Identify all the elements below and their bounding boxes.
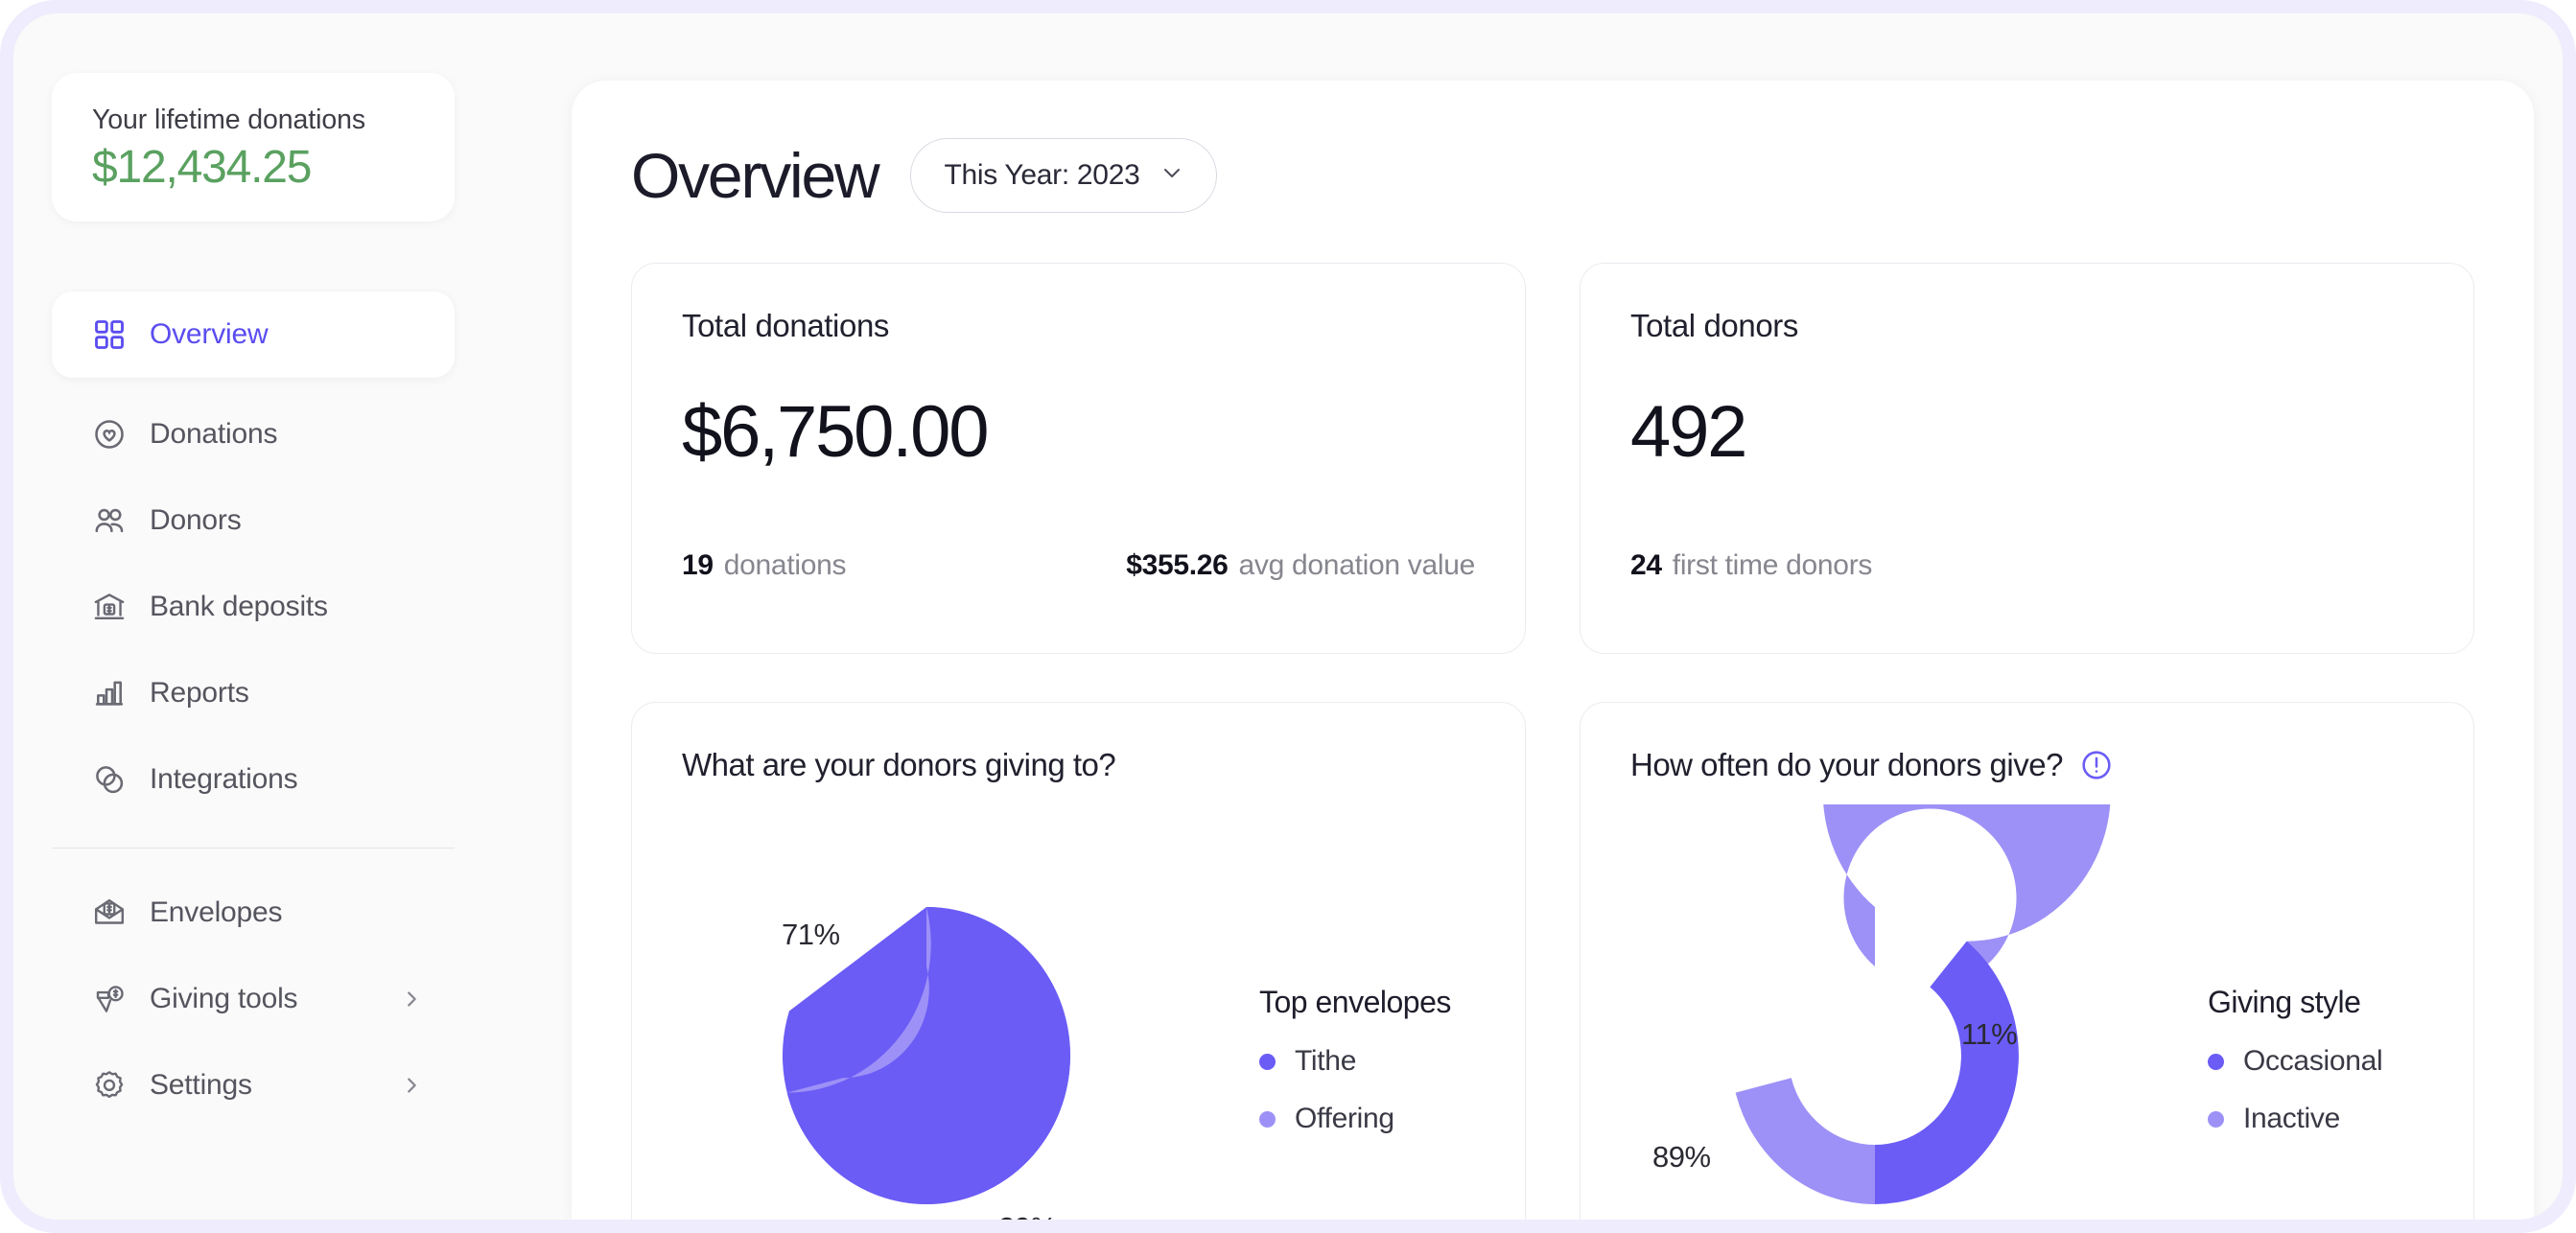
segment-label-inactive: 89% xyxy=(1652,1140,1711,1174)
app-window: Your lifetime donations $12,434.25 Overv… xyxy=(13,13,2563,1220)
metric-number: $355.26 xyxy=(1126,549,1229,581)
sidebar-item-label: Donations xyxy=(150,418,278,450)
main-content: Overview This Year: 2023 Total donations… xyxy=(572,81,2534,1220)
sidebar-item-label: Donors xyxy=(150,504,242,536)
donut-chart-envelopes: 71% 29% xyxy=(682,804,1171,1220)
chart-title: What are your donors giving to? xyxy=(682,747,1116,782)
sidebar-divider xyxy=(52,848,455,849)
year-filter-label: This Year: 2023 xyxy=(944,159,1140,191)
donors-giving-to-card: What are your donors giving to? 71% Top … xyxy=(631,702,1526,1220)
card-footer: 19 donations $355.26 avg donation value xyxy=(682,549,1475,582)
sidebar-item-donors[interactable]: Donors xyxy=(52,477,455,564)
sidebar-item-integrations[interactable]: Integrations xyxy=(52,736,455,823)
card-title: Total donations xyxy=(682,308,889,343)
sidebar-item-envelopes[interactable]: Envelopes xyxy=(52,870,455,956)
segment-label-offering: 29% xyxy=(998,1211,1057,1220)
legend-color-dot xyxy=(2208,1110,2224,1128)
charts-row: What are your donors giving to? 71% Top … xyxy=(631,702,2474,1220)
chart-title: How often do your donors give? xyxy=(1630,747,2063,782)
sidebar-item-label: Envelopes xyxy=(150,896,283,928)
segment-label-occasional: 11% xyxy=(1961,1017,2018,1051)
total-donors-card: Total donors 492 24 first time donors xyxy=(1580,263,2474,654)
sidebar-item-bank-deposits[interactable]: Bank deposits xyxy=(52,564,455,650)
legend-label: Inactive xyxy=(2243,1103,2340,1134)
donations-count: 19 donations xyxy=(682,549,847,582)
chart-header: How often do your donors give? xyxy=(1630,747,2424,783)
grid-icon xyxy=(90,315,129,354)
sidebar-item-overview[interactable]: Overview xyxy=(52,291,455,378)
sidebar-item-label: Settings xyxy=(150,1069,252,1101)
chart-header: What are your donors giving to? xyxy=(682,747,1475,783)
sidebar-item-donations[interactable]: Donations xyxy=(52,391,455,477)
segment-label-tithe: 71% xyxy=(782,918,840,951)
bar-chart-icon xyxy=(90,674,129,712)
year-filter-dropdown[interactable]: This Year: 2023 xyxy=(910,138,1218,213)
card-title: Total donors xyxy=(1630,308,1798,343)
chart-legend-giving-style: Giving style Occasional Inactive xyxy=(2208,985,2383,1160)
legend-label: Occasional xyxy=(2243,1045,2383,1077)
first-time-donors: 24 first time donors xyxy=(1630,549,1872,582)
metric-label: donations xyxy=(723,549,847,581)
legend-item[interactable]: Occasional xyxy=(2208,1045,2383,1078)
page-header: Overview This Year: 2023 xyxy=(631,138,2474,213)
sidebar-item-reports[interactable]: Reports xyxy=(52,650,455,736)
total-donations-card: Total donations $6,750.00 19 donations $… xyxy=(631,263,1526,654)
stat-cards-row: Total donations $6,750.00 19 donations $… xyxy=(631,263,2474,654)
legend-title: Top envelopes xyxy=(1259,985,1451,1019)
donor-frequency-card: How often do your donors give? 11% 89% G… xyxy=(1580,702,2474,1220)
lifetime-donations-amount: $12,434.25 xyxy=(92,142,312,194)
chart-body: 11% 89% Giving style Occasional Inactive xyxy=(1630,804,2424,1220)
bank-icon xyxy=(90,588,129,626)
sidebar-item-label: Bank deposits xyxy=(150,591,328,622)
chevron-right-icon xyxy=(401,989,422,1010)
giving-tools-icon xyxy=(90,980,129,1018)
legend-label: Offering xyxy=(1295,1103,1394,1134)
legend-color-dot xyxy=(1259,1110,1276,1128)
people-icon xyxy=(90,501,129,540)
card-value: $6,750.00 xyxy=(682,391,990,473)
card-value: 492 xyxy=(1630,391,1747,473)
lifetime-donations-label: Your lifetime donations xyxy=(92,105,365,135)
legend-item[interactable]: Offering xyxy=(1259,1103,1451,1135)
circles-icon xyxy=(90,760,129,799)
lifetime-donations-card: Your lifetime donations $12,434.25 xyxy=(52,73,455,221)
chart-legend-envelopes: Top envelopes Tithe Offering xyxy=(1259,985,1451,1160)
sidebar-item-label: Giving tools xyxy=(150,983,298,1014)
metric-number: 19 xyxy=(682,549,714,581)
sidebar-item-label: Integrations xyxy=(150,763,298,795)
sidebar-nav: Overview Donations Donors Bank deposits … xyxy=(52,291,455,1128)
legend-item[interactable]: Inactive xyxy=(2208,1103,2382,1135)
legend-color-dot xyxy=(2208,1053,2224,1070)
metric-number: 24 xyxy=(1630,549,1662,581)
chart-body: 71% 29% Top envelopes Tithe Offerin xyxy=(682,804,1475,1220)
envelope-money-icon xyxy=(90,894,129,932)
app-frame: Your lifetime donations $12,434.25 Overv… xyxy=(0,0,2576,1233)
chevron-right-icon xyxy=(401,1075,422,1096)
heart-circle-icon xyxy=(90,415,129,454)
legend-label: Tithe xyxy=(1295,1045,1357,1077)
legend-color-dot xyxy=(1259,1053,1276,1070)
donut-chart-giving-style: 11% 89% xyxy=(1630,804,2119,1220)
metric-label: avg donation value xyxy=(1238,549,1476,581)
card-footer: 24 first time donors xyxy=(1630,549,2424,582)
legend-title: Giving style xyxy=(2208,985,2361,1019)
exclamation-circle-icon[interactable] xyxy=(2080,749,2113,781)
gear-icon xyxy=(90,1066,129,1105)
sidebar: Your lifetime donations $12,434.25 Overv… xyxy=(13,13,550,1220)
sidebar-item-giving-tools[interactable]: Giving tools xyxy=(52,956,455,1042)
sidebar-item-label: Overview xyxy=(150,318,269,350)
sidebar-item-label: Reports xyxy=(150,677,249,709)
sidebar-item-settings[interactable]: Settings xyxy=(52,1042,455,1128)
page-title: Overview xyxy=(631,140,880,211)
avg-donation-value: $355.26 avg donation value xyxy=(1126,549,1475,582)
metric-label: first time donors xyxy=(1672,549,1873,581)
legend-item[interactable]: Tithe xyxy=(1259,1045,1451,1078)
chevron-down-icon xyxy=(1160,159,1183,192)
